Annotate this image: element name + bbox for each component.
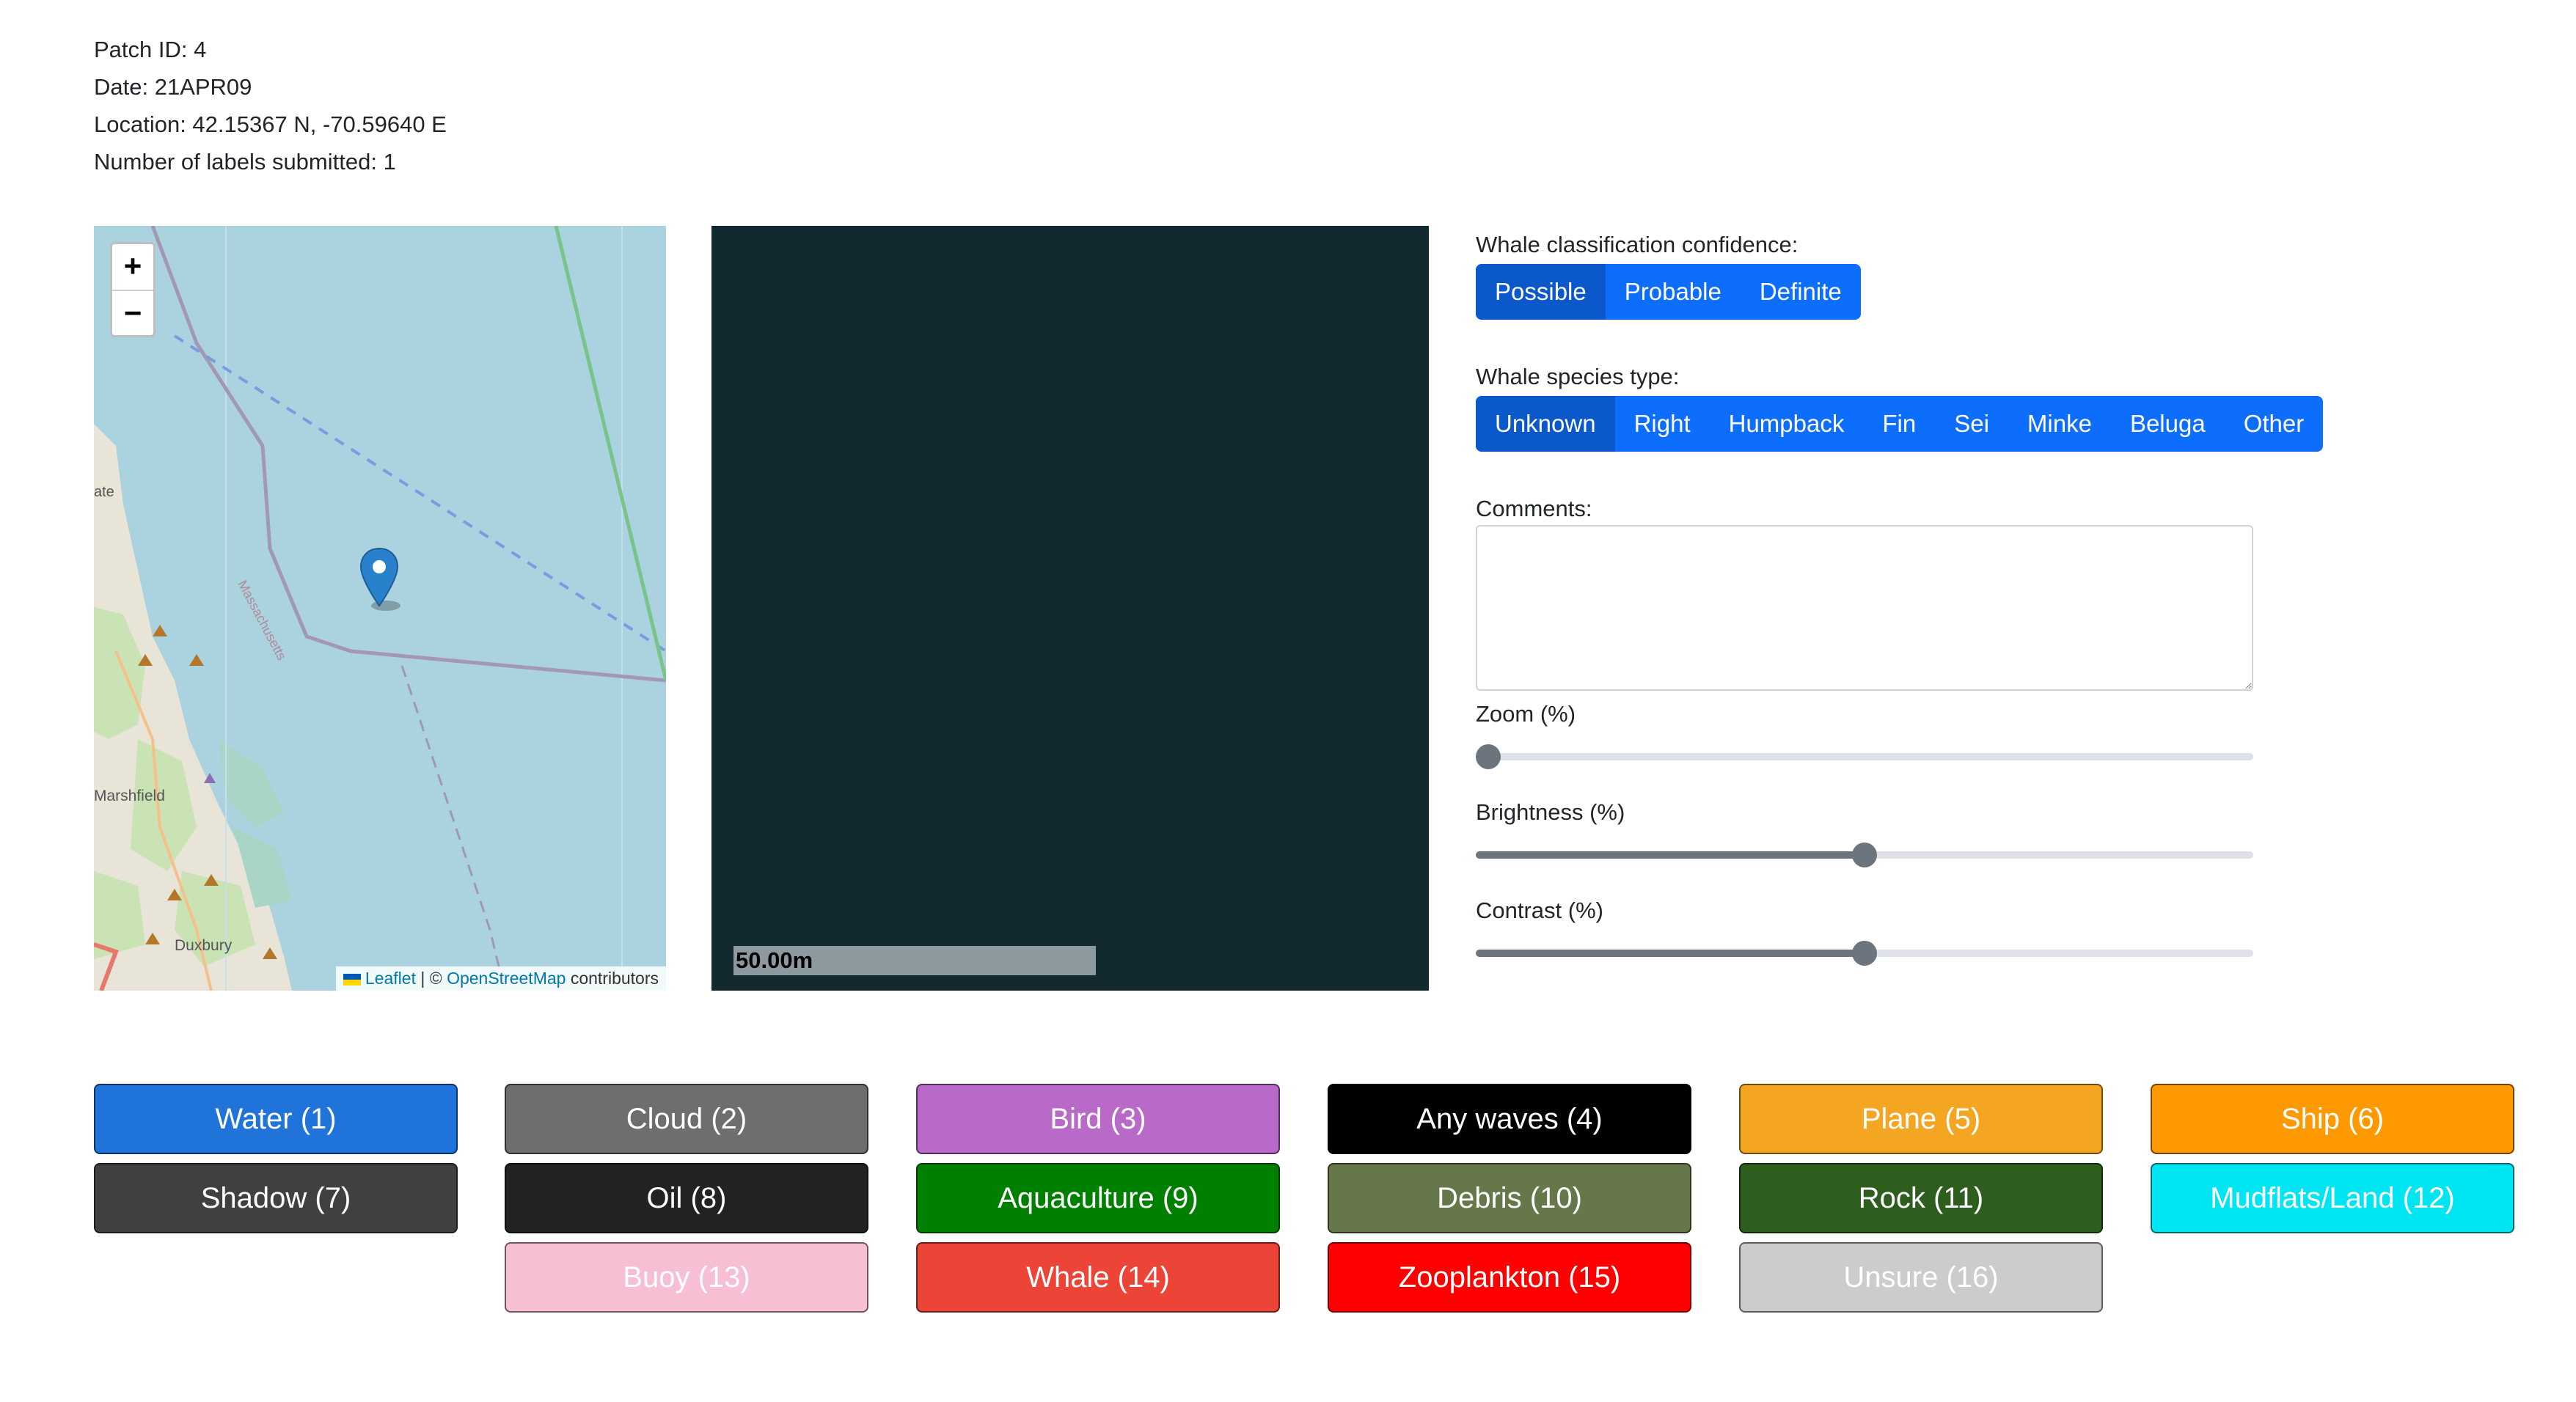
category-button[interactable]: Any waves (4) xyxy=(1328,1084,1691,1154)
category-button[interactable]: Aquaculture (9) xyxy=(916,1163,1280,1233)
scale-bar-label: 50.00m xyxy=(736,947,813,973)
attribution-suffix: contributors xyxy=(566,969,659,988)
confidence-option-probable[interactable]: Probable xyxy=(1606,264,1741,320)
category-button[interactable]: Oil (8) xyxy=(505,1163,868,1233)
patch-id: Patch ID: 4 xyxy=(94,37,207,62)
location-map[interactable]: ate Marshfield Duxbury Massachusetts + −… xyxy=(94,226,666,991)
patch-date: Date: 21APR09 xyxy=(94,74,252,100)
leaflet-link[interactable]: Leaflet xyxy=(365,969,416,988)
category-button[interactable]: Plane (5) xyxy=(1739,1084,2103,1154)
zoom-out-button[interactable]: − xyxy=(112,291,153,337)
species-option-beluga[interactable]: Beluga xyxy=(2111,396,2225,452)
map-attribution: Leaflet | © OpenStreetMap contributors xyxy=(335,966,666,991)
map-place-label: ate xyxy=(94,484,114,500)
ukraine-flag-icon xyxy=(343,973,361,986)
osm-link[interactable]: OpenStreetMap xyxy=(447,969,566,988)
category-button[interactable]: Unsure (16) xyxy=(1739,1242,2103,1313)
species-option-humpback[interactable]: Humpback xyxy=(1710,396,1864,452)
contrast-slider-label: Contrast (%) xyxy=(1476,898,1603,923)
patch-info: Patch ID: 4 Date: 21APR09 Location: 42.1… xyxy=(94,31,447,180)
category-button[interactable]: Bird (3) xyxy=(916,1084,1280,1154)
attribution-separator: | © xyxy=(415,969,447,988)
scale-bar: 50.00m xyxy=(733,946,1096,975)
species-label: Whale species type: xyxy=(1476,364,1680,389)
contrast-slider[interactable] xyxy=(1476,939,2253,968)
zoom-slider[interactable] xyxy=(1476,742,2253,771)
category-button[interactable]: Rock (11) xyxy=(1739,1163,2103,1233)
map-place-label: Marshfield xyxy=(94,788,165,804)
category-button[interactable]: Debris (10) xyxy=(1328,1163,1691,1233)
species-option-right[interactable]: Right xyxy=(1615,396,1710,452)
brightness-slider[interactable] xyxy=(1476,840,2253,870)
image-patch[interactable]: 50.00m xyxy=(711,226,1429,991)
species-option-fin[interactable]: Fin xyxy=(1863,396,1935,452)
zoom-in-button[interactable]: + xyxy=(112,244,153,291)
category-button[interactable]: Zooplankton (15) xyxy=(1328,1242,1691,1313)
patch-location: Location: 42.15367 N, -70.59640 E xyxy=(94,111,447,137)
brightness-slider-label: Brightness (%) xyxy=(1476,799,1625,825)
map-zoom-control: + − xyxy=(110,242,155,337)
category-button[interactable]: Mudflats/Land (12) xyxy=(2151,1163,2514,1233)
comments-field[interactable] xyxy=(1476,525,2253,691)
comments-label: Comments: xyxy=(1476,496,1592,521)
category-button[interactable]: Buoy (13) xyxy=(505,1242,868,1313)
confidence-option-possible[interactable]: Possible xyxy=(1476,264,1606,320)
species-button-group: Unknown Right Humpback Fin Sei Minke Beluga Oth… xyxy=(1476,396,2324,452)
map-marker-icon[interactable] xyxy=(359,547,403,617)
confidence-label: Whale classification confidence: xyxy=(1476,232,1799,257)
category-button[interactable]: Whale (14) xyxy=(916,1242,1280,1313)
zoom-slider-label: Zoom (%) xyxy=(1476,701,1576,727)
state-boundary xyxy=(150,226,666,683)
species-option-minke[interactable]: Minke xyxy=(2008,396,2111,452)
slider-fill xyxy=(1476,851,1865,859)
species-option-unknown[interactable]: Unknown xyxy=(1476,396,1615,452)
confidence-button-group: Possible Probable Definite xyxy=(1476,264,1861,320)
slider-fill xyxy=(1476,950,1865,957)
confidence-option-definite[interactable]: Definite xyxy=(1741,264,1861,320)
species-option-sei[interactable]: Sei xyxy=(1935,396,2008,452)
category-button[interactable]: Cloud (2) xyxy=(505,1084,868,1154)
slider-thumb[interactable] xyxy=(1852,941,1877,966)
species-option-other[interactable]: Other xyxy=(2225,396,2324,452)
slider-thumb[interactable] xyxy=(1476,744,1501,769)
slider-thumb[interactable] xyxy=(1852,843,1877,867)
category-button[interactable]: Ship (6) xyxy=(2151,1084,2514,1154)
category-button[interactable]: Shadow (7) xyxy=(94,1163,458,1233)
category-button[interactable]: Water (1) xyxy=(94,1084,458,1154)
slider-track xyxy=(1476,753,2253,760)
map-place-label: Duxbury xyxy=(175,937,233,954)
labels-submitted: Number of labels submitted: 1 xyxy=(94,149,396,175)
